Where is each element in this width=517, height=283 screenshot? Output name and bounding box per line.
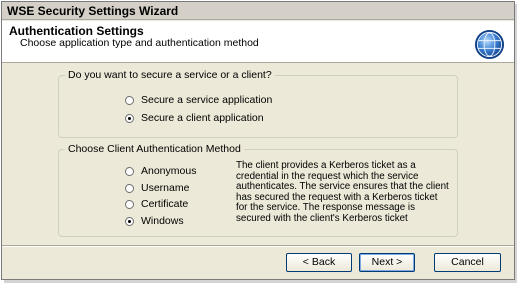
radio-anonymous[interactable]: Anonymous: [125, 165, 196, 177]
radio-secure-client[interactable]: Secure a client application: [125, 112, 264, 124]
radio-username[interactable]: Username: [125, 182, 189, 194]
radio-label: Certificate: [141, 198, 189, 210]
radio-button-selected[interactable]: [125, 113, 134, 123]
service-client-legend: Do you want to secure a service or a cli…: [65, 69, 275, 81]
radio-secure-service[interactable]: Secure a service application: [125, 94, 272, 106]
radio-certificate[interactable]: Certificate: [125, 198, 188, 210]
auth-method-legend: Choose Client Authentication Method: [65, 143, 244, 155]
radio-button[interactable]: [125, 166, 134, 176]
back-button[interactable]: < Back: [286, 253, 352, 272]
next-button[interactable]: Next >: [359, 253, 415, 272]
screenshot-frame: WSE Security Settings Wizard Authenticat…: [0, 0, 517, 283]
globe-icon: [474, 29, 505, 60]
title-bar[interactable]: WSE Security Settings Wizard: [2, 2, 514, 20]
wizard-header: Authentication Settings Choose applicati…: [2, 21, 514, 63]
wizard-window: WSE Security Settings Wizard Authenticat…: [1, 1, 515, 280]
auth-method-description: The client provides a Kerberos ticket as…: [236, 160, 449, 224]
radio-button[interactable]: [125, 95, 134, 105]
radio-windows[interactable]: Windows: [125, 215, 184, 227]
header-subtitle: Choose application type and authenticati…: [20, 37, 259, 49]
radio-label: Secure a service application: [141, 94, 273, 106]
radio-label: Windows: [141, 215, 184, 227]
radio-button-selected[interactable]: [125, 216, 134, 226]
service-client-group: Do you want to secure a service or a cli…: [58, 69, 458, 138]
radio-label: Secure a client application: [141, 112, 264, 124]
radio-label: Anonymous: [141, 165, 197, 177]
header-title: Authentication Settings: [9, 24, 144, 38]
radio-label: Username: [141, 182, 190, 194]
window-title: WSE Security Settings Wizard: [7, 4, 179, 18]
footer-divider: [2, 245, 514, 247]
radio-button[interactable]: [125, 183, 134, 193]
cancel-button[interactable]: Cancel: [434, 253, 501, 272]
radio-button[interactable]: [125, 199, 134, 209]
